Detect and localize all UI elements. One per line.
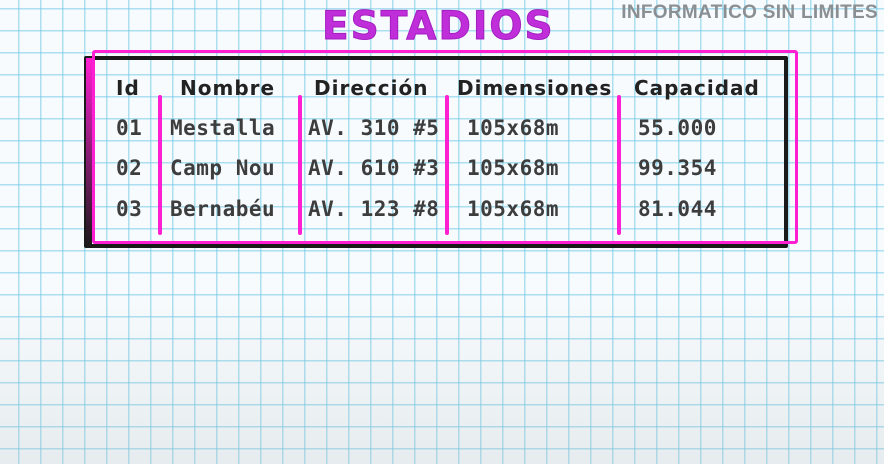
column-divider: [158, 95, 162, 235]
cell-capacidad: 99.354: [638, 156, 717, 180]
header-nombre: Nombre: [180, 76, 276, 100]
cell-dimensiones: 105x68m: [467, 197, 560, 221]
cell-capacidad: 55.000: [638, 116, 717, 140]
header-direccion: Dirección: [314, 76, 429, 100]
cell-id: 01: [116, 116, 143, 140]
cell-nombre: Bernabéu: [170, 197, 276, 221]
cell-id: 02: [116, 156, 143, 180]
channel-watermark: INFORMATICO SIN LIMITES: [621, 2, 878, 23]
cell-direccion: AV. 610 #3: [308, 156, 440, 180]
page-title: ESTADIOS: [322, 4, 555, 50]
cell-id: 03: [116, 197, 143, 221]
table-frame-left-edge: [86, 58, 92, 246]
paper-shadow: [0, 290, 884, 464]
cell-nombre: Mestalla: [170, 116, 276, 140]
header-dimensiones: Dimensiones: [457, 76, 613, 100]
column-divider: [298, 95, 302, 235]
cell-dimensiones: 105x68m: [467, 156, 560, 180]
cell-direccion: AV. 123 #8: [308, 197, 440, 221]
cell-direccion: AV. 310 #5: [308, 116, 440, 140]
header-id: Id: [116, 76, 140, 100]
column-divider: [445, 95, 449, 235]
column-divider: [617, 95, 621, 235]
header-capacidad: Capacidad: [634, 76, 760, 100]
cell-capacidad: 81.044: [638, 197, 717, 221]
cell-nombre: Camp Nou: [170, 156, 276, 180]
cell-dimensiones: 105x68m: [467, 116, 560, 140]
